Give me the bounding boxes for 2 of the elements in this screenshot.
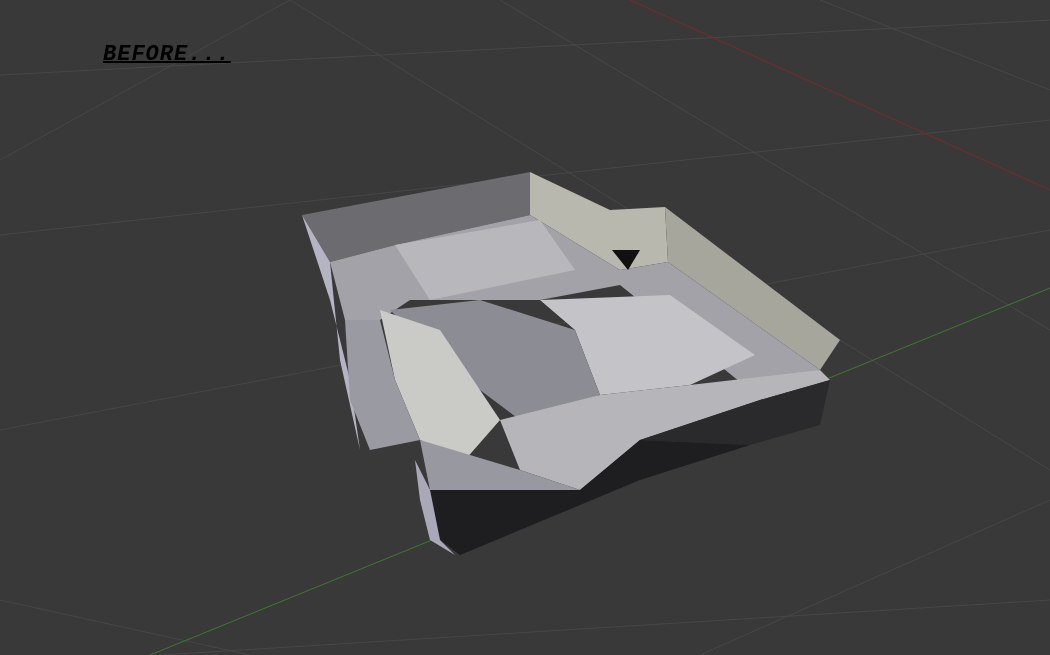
3d-viewport[interactable]: BEFORE... — [0, 0, 1050, 655]
caption-text: BEFORE... — [103, 42, 231, 67]
